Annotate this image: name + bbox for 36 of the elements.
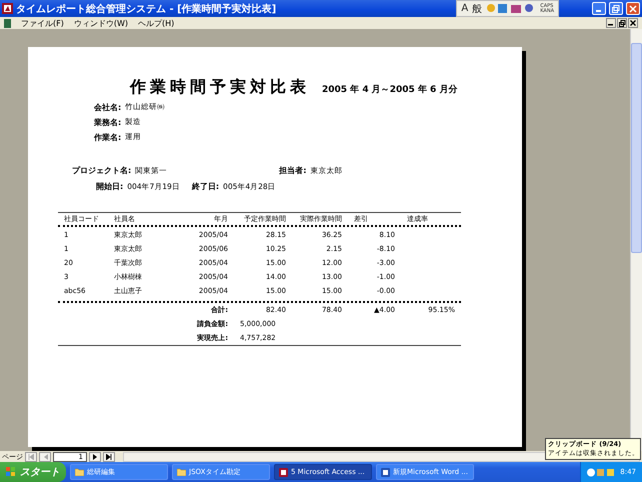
previous-page-button[interactable]: [39, 452, 51, 462]
first-page-icon: [28, 454, 34, 460]
window-title: タイムレポート総合管理システム - [作業時間予実対比表]: [16, 2, 278, 16]
menu-item[interactable]: ファイル(F): [21, 18, 64, 28]
field-label: 終了日:: [192, 181, 220, 192]
minimize-button[interactable]: [606, 18, 616, 28]
menu-item[interactable]: ヘルプ(H): [138, 18, 174, 28]
field-label: 開始日:: [96, 181, 124, 192]
document-icon: [381, 468, 390, 476]
field-label: 担当者:: [279, 165, 306, 176]
close-button[interactable]: [628, 18, 638, 28]
app-icon: [2, 3, 13, 14]
last-page-button[interactable]: [103, 452, 115, 462]
restore-button[interactable]: [617, 18, 627, 28]
close-icon: [630, 20, 636, 26]
dictionary-button[interactable]: 般: [472, 2, 482, 16]
report-period: 2005 年 4 月～2005 年 6 月分: [322, 84, 458, 96]
field-label: 作業名:: [94, 132, 122, 143]
field-label: プロジェクト名:: [72, 165, 132, 176]
document-icon: [4, 18, 11, 28]
windows-logo: [6, 467, 16, 477]
field-label: 会社名:: [94, 102, 122, 113]
last-page-icon: [106, 454, 112, 460]
folder-icon: [75, 468, 84, 476]
close-icon: [629, 4, 637, 12]
vertical-scrollbar[interactable]: [630, 29, 642, 451]
next-icon: [92, 454, 98, 460]
previous-icon: [42, 454, 48, 460]
input-mode-button[interactable]: A: [461, 3, 468, 14]
report-title: 作業時間予実対比表: [130, 77, 310, 98]
next-page-button[interactable]: [89, 452, 101, 462]
folder-icon: [177, 468, 186, 476]
first-page-button[interactable]: [25, 452, 37, 462]
menu-item[interactable]: ウィンドウ(W): [74, 18, 128, 28]
document-icon: [279, 468, 288, 476]
field-label: 業務名:: [94, 117, 122, 128]
